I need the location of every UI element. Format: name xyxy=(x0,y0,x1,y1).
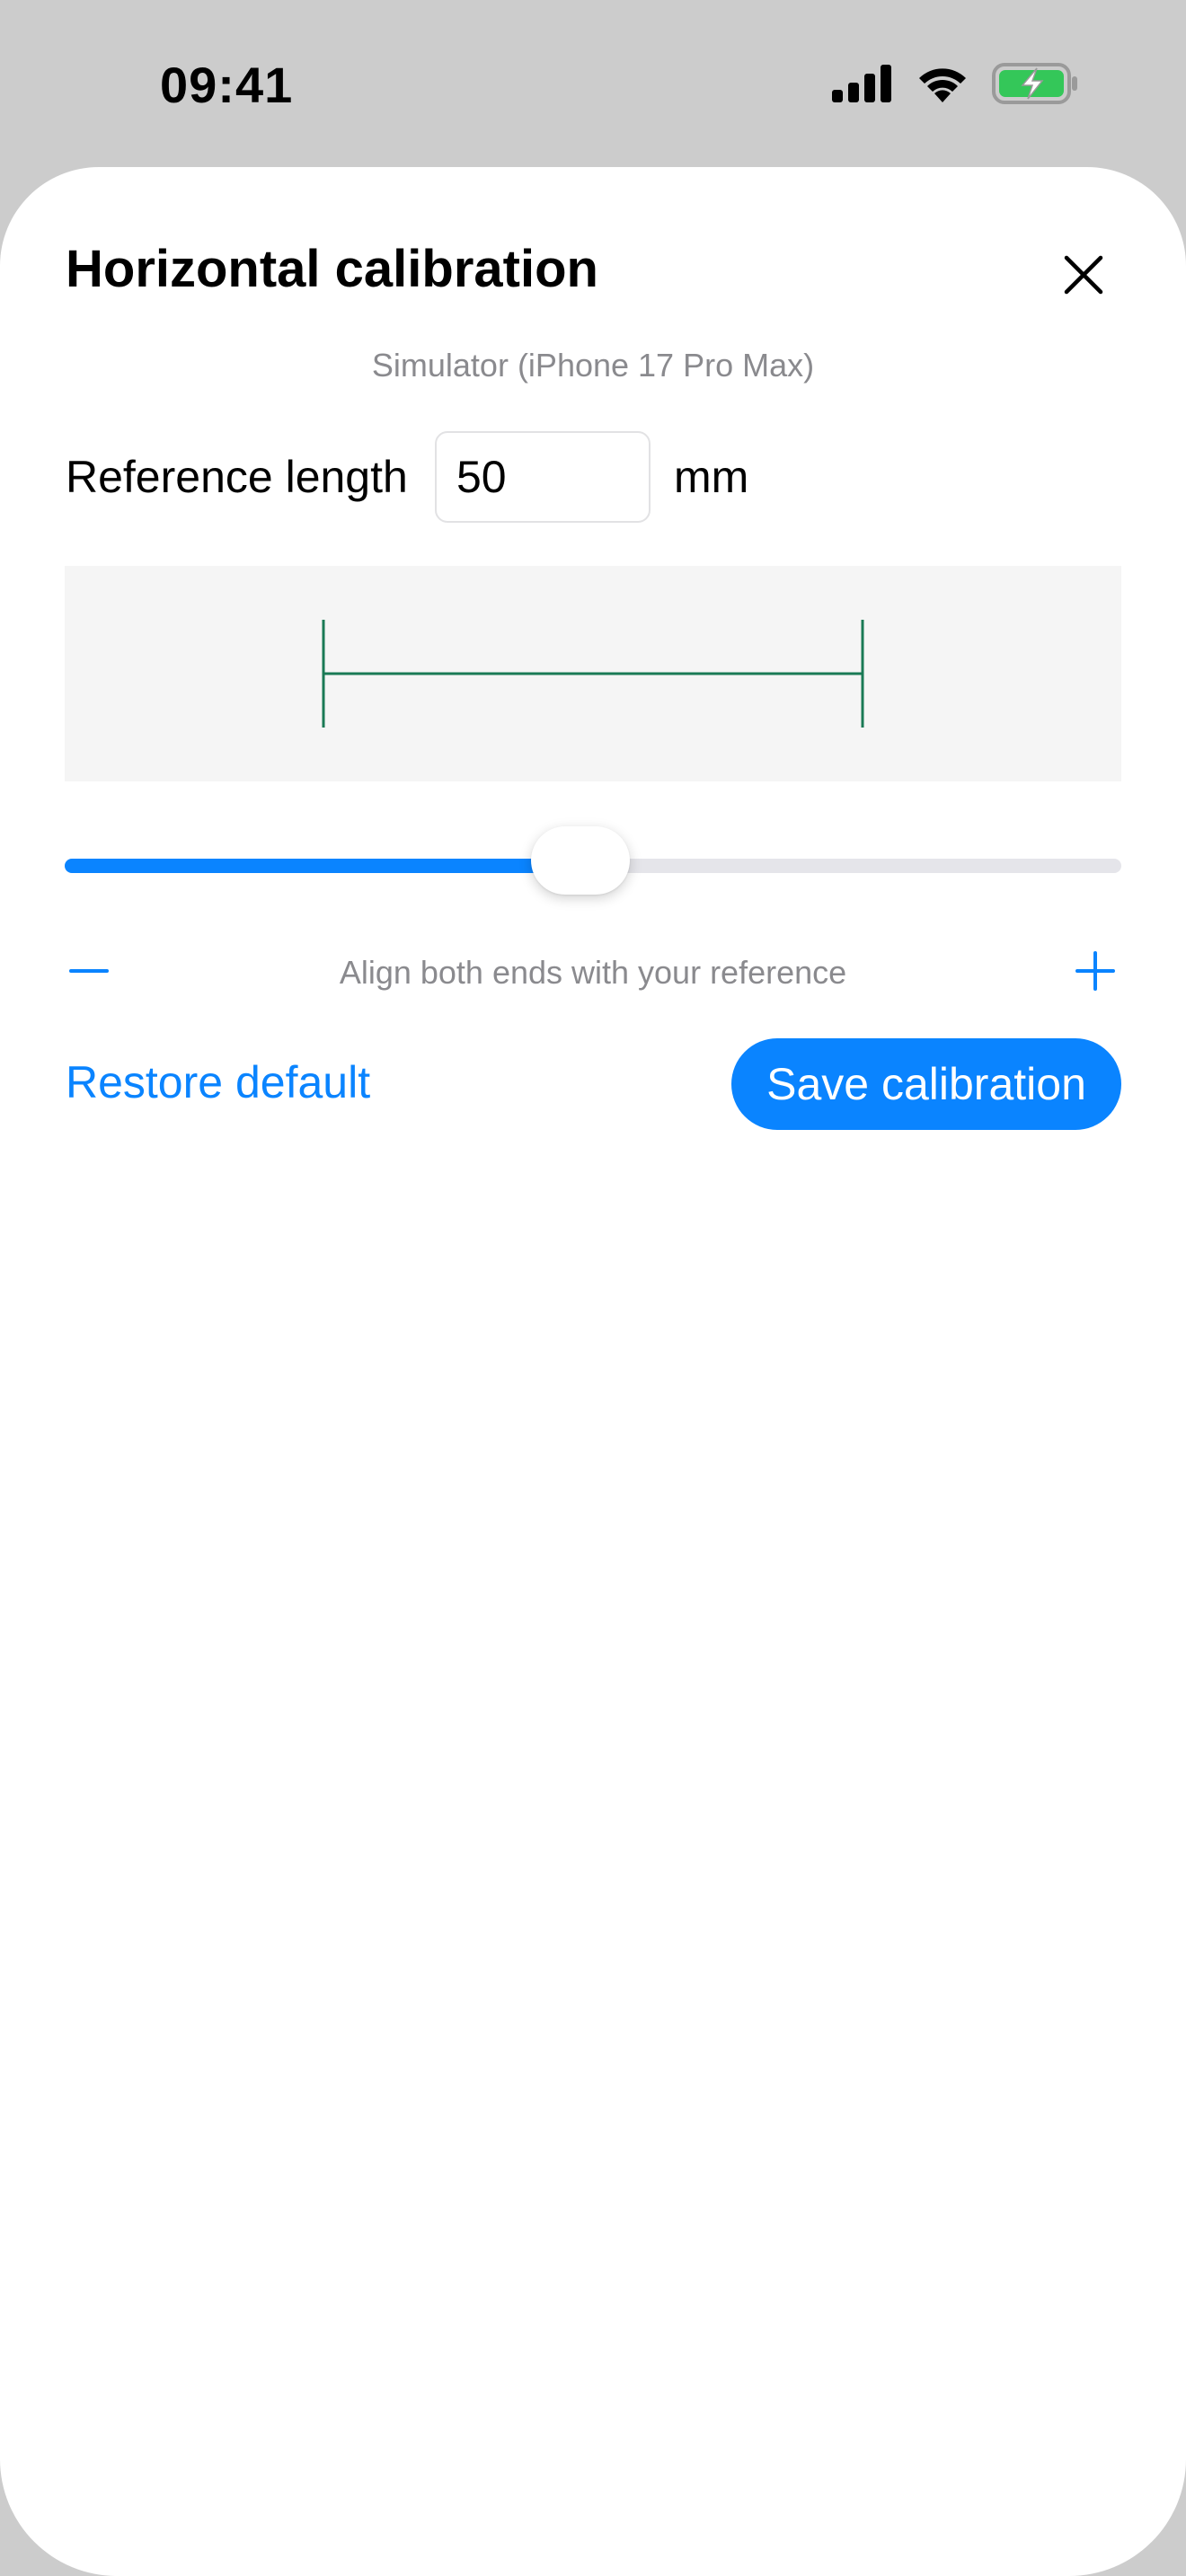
restore-default-button[interactable]: Restore default xyxy=(66,1056,370,1108)
slider-fill xyxy=(65,859,580,873)
calibration-ruler xyxy=(322,620,864,728)
battery-charging-icon xyxy=(992,63,1078,109)
sheet-title: Horizontal calibration xyxy=(66,240,598,298)
slider-thumb[interactable] xyxy=(530,826,630,895)
alignment-hint: Align both ends with your reference xyxy=(339,954,847,991)
status-icons xyxy=(832,63,1078,109)
increment-button[interactable] xyxy=(1064,941,1127,1004)
reference-unit-label: mm xyxy=(674,452,749,502)
calibration-sheet: Horizontal calibration Simulator (iPhone… xyxy=(0,167,1186,2576)
status-bar: 09:41 xyxy=(0,0,1186,167)
calibration-ruler-area xyxy=(65,566,1121,781)
reference-length-label: Reference length xyxy=(66,452,408,502)
save-calibration-button[interactable]: Save calibration xyxy=(731,1038,1121,1130)
device-label: Simulator (iPhone 17 Pro Max) xyxy=(371,347,815,384)
calibration-slider[interactable] xyxy=(65,826,1121,895)
status-time: 09:41 xyxy=(160,57,294,113)
close-button[interactable] xyxy=(1049,243,1118,311)
cellular-signal-icon xyxy=(832,65,893,107)
wifi-icon xyxy=(916,65,969,107)
plus-icon xyxy=(1075,950,1115,995)
close-icon xyxy=(1064,255,1103,299)
reference-length-input[interactable] xyxy=(435,431,651,523)
